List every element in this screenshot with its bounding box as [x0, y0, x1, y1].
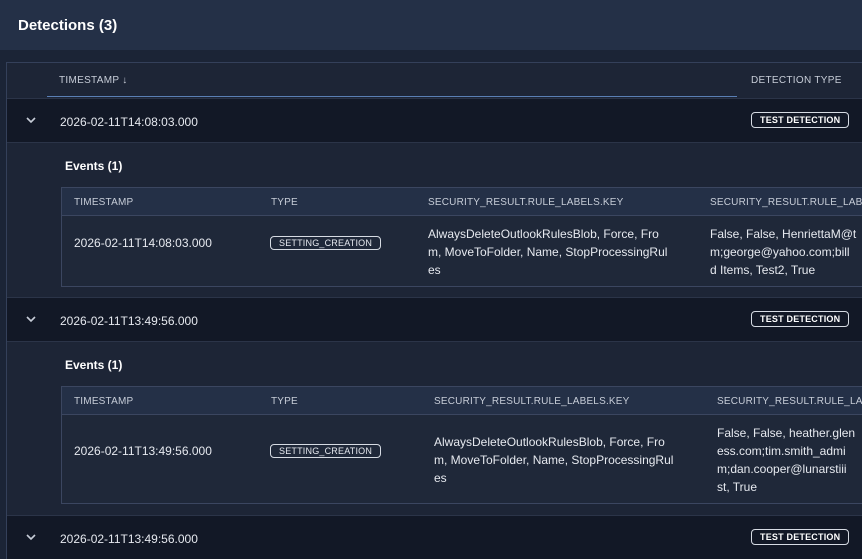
- detection-row[interactable]: 2026-02-11T13:49:56.000 TEST DETECTION: [7, 515, 862, 559]
- rule-labels-key-cell: AlwaysDeleteOutlookRulesBlob, Force, Fro…: [434, 435, 674, 485]
- chevron-down-icon[interactable]: [25, 532, 37, 542]
- detections-table: TIMESTAMP ↓ DETECTION TYPE 2026-02-11T14…: [6, 62, 862, 559]
- events-col-rule-labels-value[interactable]: SECURITY_RESULT.RULE_LABE: [710, 197, 862, 208]
- events-col-timestamp[interactable]: TIMESTAMP: [74, 197, 133, 208]
- row-timestamp: 2026-02-11T14:08:03.000: [60, 115, 198, 129]
- events-table-header: TIMESTAMP TYPE SECURITY_RESULT.RULE_LABE…: [62, 188, 862, 216]
- detection-row[interactable]: 2026-02-11T14:08:03.000 TEST DETECTION: [7, 98, 862, 142]
- rule-labels-key-cell: AlwaysDeleteOutlookRulesBlob, Force, Fro…: [428, 227, 668, 277]
- events-title: Events (1): [65, 358, 123, 372]
- chevron-down-icon[interactable]: [25, 314, 37, 324]
- detection-type-badge: TEST DETECTION: [751, 529, 850, 545]
- events-title: Events (1): [65, 159, 123, 173]
- events-col-rule-labels-value[interactable]: SECURITY_RESULT.RULE_LAB: [717, 396, 862, 407]
- event-details: Events (1) TIMESTAMP TYPE SECURITY_RESUL…: [7, 341, 862, 515]
- rule-labels-value-cell: False, False, HenriettaM@t m;george@yaho…: [710, 227, 857, 277]
- events-col-type[interactable]: TYPE: [271, 197, 298, 208]
- timestamp-column-header[interactable]: TIMESTAMP ↓: [47, 63, 737, 97]
- detection-row[interactable]: 2026-02-11T13:49:56.000 TEST DETECTION: [7, 297, 862, 341]
- events-col-type[interactable]: TYPE: [271, 396, 298, 407]
- detection-type-column-header[interactable]: DETECTION TYPE: [751, 75, 842, 86]
- chevron-down-icon[interactable]: [25, 115, 37, 125]
- timestamp-column-label: TIMESTAMP ↓: [59, 75, 128, 86]
- events-table-header: TIMESTAMP TYPE SECURITY_RESULT.RULE_LABE…: [62, 387, 862, 415]
- event-type-badge: SETTING_CREATION: [270, 444, 382, 458]
- detection-type-badge: TEST DETECTION: [751, 311, 850, 327]
- events-table: TIMESTAMP TYPE SECURITY_RESULT.RULE_LABE…: [61, 386, 862, 504]
- events-col-rule-labels-key[interactable]: SECURITY_RESULT.RULE_LABELS.KEY: [428, 197, 624, 208]
- event-timestamp: 2026-02-11T14:08:03.000: [74, 236, 212, 250]
- table-header: TIMESTAMP ↓ DETECTION TYPE: [7, 63, 862, 98]
- event-type-badge: SETTING_CREATION: [270, 236, 382, 250]
- page-title: Detections (3): [18, 17, 118, 34]
- row-timestamp: 2026-02-11T13:49:56.000: [60, 532, 198, 546]
- events-col-timestamp[interactable]: TIMESTAMP: [74, 396, 133, 407]
- rule-labels-value-cell: False, False, heather.glen ess.com;tim.s…: [717, 426, 856, 494]
- events-col-rule-labels-key[interactable]: SECURITY_RESULT.RULE_LABELS.KEY: [434, 396, 630, 407]
- detection-type-badge: TEST DETECTION: [751, 112, 850, 128]
- events-table: TIMESTAMP TYPE SECURITY_RESULT.RULE_LABE…: [61, 187, 862, 287]
- event-details: Events (1) TIMESTAMP TYPE SECURITY_RESUL…: [7, 142, 862, 297]
- row-timestamp: 2026-02-11T13:49:56.000: [60, 314, 198, 328]
- event-timestamp: 2026-02-11T13:49:56.000: [74, 444, 212, 458]
- page-header: Detections (3): [0, 0, 862, 50]
